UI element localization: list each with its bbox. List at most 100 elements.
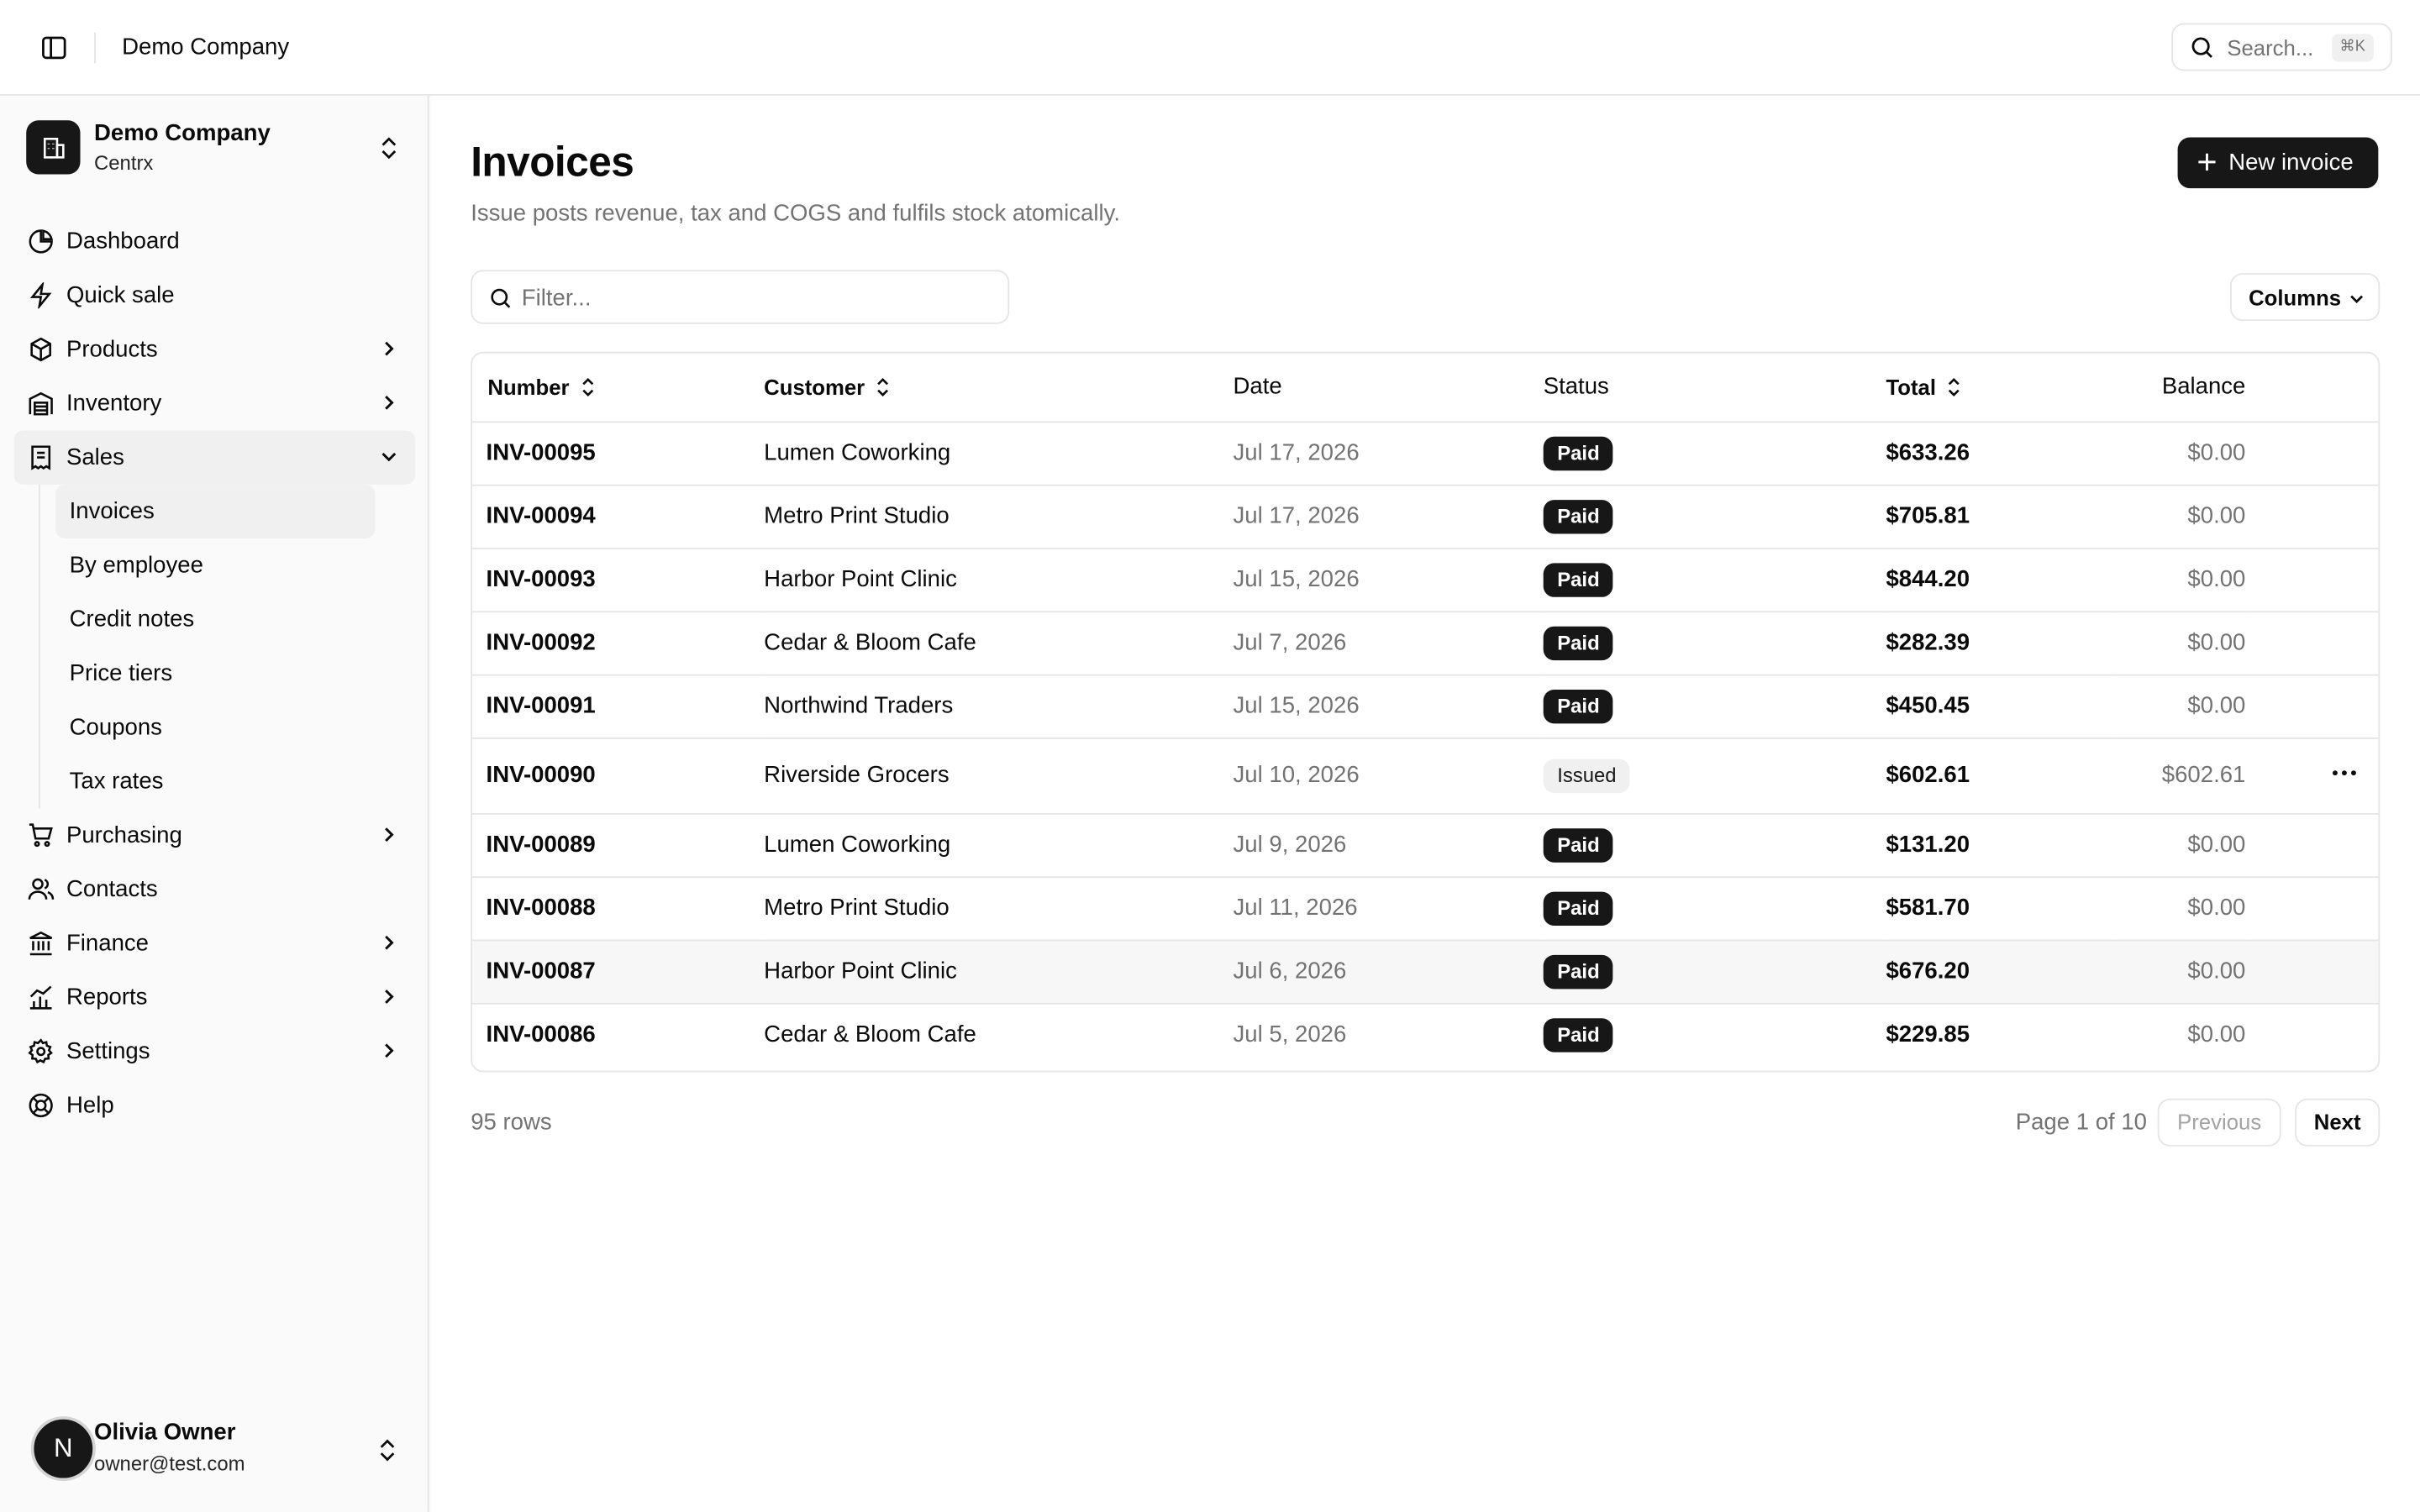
cell-customer: Northwind Traders bbox=[764, 674, 1234, 738]
cell-status: Paid bbox=[1543, 812, 1886, 878]
cell-number[interactable]: INV-00092 bbox=[472, 611, 765, 675]
sidebar-item-purchasing[interactable]: Purchasing bbox=[14, 808, 416, 862]
search-placeholder: Search... bbox=[2227, 35, 2314, 60]
sidebar-toggle-icon[interactable] bbox=[40, 34, 68, 61]
cell-status: Paid bbox=[1543, 484, 1886, 549]
search-button[interactable]: Search... ⌘K bbox=[2171, 23, 2392, 71]
column-header-total[interactable]: Total bbox=[1886, 353, 2115, 423]
previous-page-button[interactable]: Previous bbox=[2157, 1098, 2281, 1147]
breadcrumb[interactable]: Demo Company bbox=[122, 33, 289, 64]
sidebar-item-quick-sale[interactable]: Quick sale bbox=[14, 269, 416, 323]
avatar: N bbox=[30, 1416, 96, 1482]
cell-number[interactable]: INV-00090 bbox=[472, 737, 765, 814]
sidebar-item-label: Help bbox=[66, 1092, 114, 1119]
invoices-table: Number Customer Date Status Total Balanc… bbox=[471, 351, 2381, 1073]
cell-balance: $0.00 bbox=[2114, 484, 2246, 549]
table-row[interactable]: INV-00094 Metro Print Studio Jul 17, 202… bbox=[472, 484, 2379, 549]
cell-number[interactable]: INV-00093 bbox=[472, 548, 765, 612]
cell-total: $844.20 bbox=[1886, 548, 2115, 612]
cell-status: Paid bbox=[1543, 674, 1886, 738]
cart-icon bbox=[29, 823, 53, 848]
sidebar-item-label: Contacts bbox=[66, 876, 158, 903]
sidebar-subitem-label: Invoices bbox=[69, 498, 155, 525]
cell-balance: $0.00 bbox=[2187, 1021, 2246, 1048]
sidebar-item-contacts[interactable]: Contacts bbox=[14, 863, 416, 916]
cell-number[interactable]: INV-00095 bbox=[472, 421, 765, 486]
table-row[interactable]: INV-00091 Northwind Traders Jul 15, 2026… bbox=[472, 674, 2379, 738]
sidebar-item-dashboard[interactable]: Dashboard bbox=[14, 214, 416, 268]
status-badge: Paid bbox=[1543, 953, 1614, 989]
new-invoice-button[interactable]: New invoice bbox=[2177, 137, 2379, 189]
columns-button[interactable]: Columns bbox=[2230, 273, 2381, 322]
user-menu[interactable]: N Olivia Owner owner@test.com bbox=[29, 1415, 415, 1483]
cell-number[interactable]: INV-00088 bbox=[472, 876, 765, 941]
sidebar-item-reports[interactable]: Reports bbox=[14, 970, 416, 1024]
org-name: Demo Company bbox=[94, 120, 271, 147]
table-row[interactable]: INV-00086 Cedar & Bloom Cafe Jul 5, 2026… bbox=[472, 1003, 2378, 1066]
sidebar-item-label: Finance bbox=[66, 930, 150, 957]
cell-number[interactable]: INV-00094 bbox=[472, 484, 765, 549]
user-name: Olivia Owner bbox=[94, 1419, 236, 1446]
column-header-number[interactable]: Number bbox=[472, 353, 765, 423]
more-horizontal-icon[interactable] bbox=[2329, 761, 2360, 783]
sidebar-subitem-label: By employee bbox=[69, 552, 203, 579]
main-content: Invoices Issue posts revenue, tax and CO… bbox=[430, 95, 2420, 1512]
sidebar-subitem-credit-notes[interactable]: Credit notes bbox=[55, 592, 400, 646]
sidebar-subitem-label: Coupons bbox=[69, 714, 162, 741]
cell-customer: Cedar & Bloom Cafe bbox=[764, 611, 1234, 675]
new-invoice-label: New invoice bbox=[2228, 150, 2354, 176]
cell-customer: Harbor Point Clinic bbox=[764, 548, 1234, 612]
sidebar-item-label: Quick sale bbox=[66, 282, 175, 309]
status-badge: Issued bbox=[1543, 758, 1631, 793]
sidebar-item-finance[interactable]: Finance bbox=[14, 916, 416, 970]
next-page-button[interactable]: Next bbox=[2295, 1098, 2381, 1147]
cell-number[interactable]: INV-00091 bbox=[472, 674, 765, 738]
table-row[interactable]: INV-00088 Metro Print Studio Jul 11, 202… bbox=[472, 876, 2379, 941]
sort-icon bbox=[582, 377, 594, 396]
cell-number[interactable]: INV-00087 bbox=[472, 939, 765, 1004]
cell-date: Jul 9, 2026 bbox=[1233, 812, 1544, 878]
sidebar-item-help[interactable]: Help bbox=[14, 1079, 416, 1132]
building-icon bbox=[26, 120, 81, 175]
cell-number[interactable]: INV-00086 bbox=[472, 1003, 764, 1066]
table-row[interactable]: INV-00095 Lumen Coworking Jul 17, 2026 P… bbox=[472, 421, 2379, 486]
cell-customer: Cedar & Bloom Cafe bbox=[764, 1021, 976, 1048]
page-description: Issue posts revenue, tax and COGS and fu… bbox=[471, 200, 1120, 227]
sidebar-subitem-label: Credit notes bbox=[69, 606, 195, 633]
cell-balance: $602.61 bbox=[2114, 737, 2246, 814]
column-header-customer[interactable]: Customer bbox=[764, 353, 1234, 423]
sidebar-subitem-label: Tax rates bbox=[69, 768, 164, 795]
sidebar-subitem-by-employee[interactable]: By employee bbox=[55, 538, 400, 592]
user-email: owner@test.com bbox=[94, 1452, 245, 1475]
cell-total: $676.20 bbox=[1886, 939, 2115, 1004]
column-header-actions bbox=[2245, 353, 2379, 423]
cell-number[interactable]: INV-00089 bbox=[472, 812, 765, 878]
table-row[interactable]: INV-00089 Lumen Coworking Jul 9, 2026 Pa… bbox=[472, 812, 2379, 878]
cell-balance: $0.00 bbox=[2114, 421, 2246, 486]
table-row[interactable]: INV-00092 Cedar & Bloom Cafe Jul 7, 2026… bbox=[472, 611, 2379, 675]
sidebar-subitem-tax-rates[interactable]: Tax rates bbox=[55, 754, 400, 808]
table-row[interactable]: INV-00087 Harbor Point Clinic Jul 6, 202… bbox=[472, 939, 2379, 1004]
zap-icon bbox=[29, 282, 52, 309]
cell-actions bbox=[2245, 812, 2379, 878]
cell-status: Paid bbox=[1543, 1003, 1886, 1066]
cell-total: $131.20 bbox=[1886, 812, 2115, 878]
cell-date: Jul 11, 2026 bbox=[1233, 876, 1544, 941]
table-row[interactable]: INV-00093 Harbor Point Clinic Jul 15, 20… bbox=[472, 548, 2379, 612]
sidebar-item-settings[interactable]: Settings bbox=[14, 1025, 416, 1079]
sidebar-item-inventory[interactable]: Inventory bbox=[14, 376, 416, 430]
cell-total: $450.45 bbox=[1886, 674, 2115, 738]
filter-field[interactable] bbox=[471, 270, 1010, 324]
cell-total: $282.39 bbox=[1886, 611, 2115, 675]
sidebar-item-sales[interactable]: Sales bbox=[13, 430, 416, 485]
sidebar-subitem-invoices[interactable]: Invoices bbox=[55, 484, 376, 539]
sidebar-subitem-price-tiers[interactable]: Price tiers bbox=[55, 647, 400, 701]
sidebar-item-products[interactable]: Products bbox=[14, 323, 416, 376]
filter-input[interactable] bbox=[521, 281, 985, 315]
sidebar-subitem-coupons[interactable]: Coupons bbox=[55, 701, 400, 754]
pie-chart-icon bbox=[29, 229, 53, 254]
org-switcher[interactable]: Demo Company Centrx bbox=[26, 120, 412, 176]
table-row[interactable]: INV-00090 Riverside Grocers Jul 10, 2026… bbox=[472, 737, 2379, 814]
cell-date: Jul 15, 2026 bbox=[1233, 548, 1544, 612]
status-badge: Paid bbox=[1543, 625, 1614, 660]
